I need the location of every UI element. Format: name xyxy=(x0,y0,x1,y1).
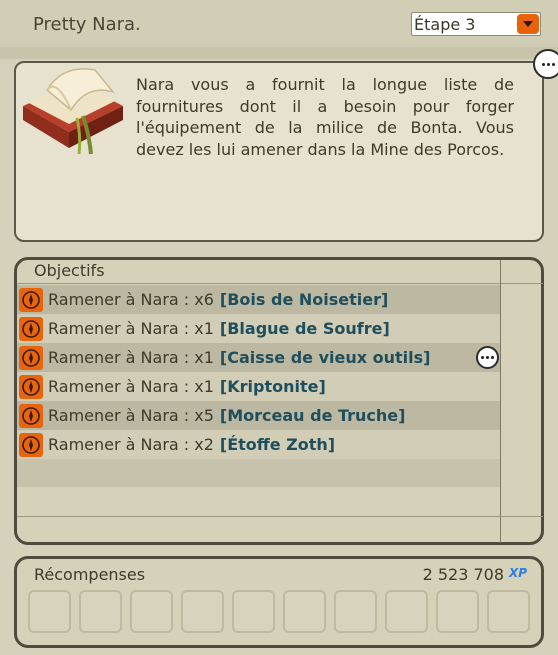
reward-slot[interactable] xyxy=(436,590,479,633)
objective-row: Ramener à Nara : x5 [Morceau de Truche] xyxy=(17,401,500,430)
reward-slot[interactable] xyxy=(385,590,428,633)
header-divider xyxy=(0,47,558,59)
objective-row: Ramener à Nara : x6 [Bois de Noisetier] xyxy=(17,285,500,314)
objectives-list: Ramener à Nara : x6 [Bois de Noisetier] … xyxy=(17,285,500,487)
objective-text: Ramener à Nara : x1 xyxy=(48,348,214,367)
objective-item-link[interactable]: [Morceau de Truche] xyxy=(220,406,406,425)
objectives-title: Objectifs xyxy=(34,261,105,280)
reward-slot[interactable] xyxy=(28,590,71,633)
objective-text: Ramener à Nara : x1 xyxy=(48,377,214,396)
objective-item-link[interactable]: [Caisse de vieux outils] xyxy=(220,348,431,367)
objective-row: Ramener à Nara : x2 [Étoffe Zoth] xyxy=(17,430,500,459)
book-icon xyxy=(23,68,123,155)
objective-text: Ramener à Nara : x5 xyxy=(48,406,214,425)
compass-icon[interactable] xyxy=(19,432,43,457)
objectives-bottom-divider xyxy=(17,516,543,517)
speech-bubble-icon[interactable] xyxy=(533,49,558,79)
chevron-down-icon[interactable] xyxy=(517,14,539,34)
reward-slots xyxy=(28,590,530,633)
step-select[interactable]: Étape 3 xyxy=(411,12,541,36)
quest-title: Pretty Nara. xyxy=(33,14,141,35)
objectives-divider xyxy=(17,283,543,284)
objective-row: Ramener à Nara : x1 [Kriptonite] xyxy=(17,372,500,401)
objectives-scroll-divider xyxy=(500,260,501,543)
reward-slot[interactable] xyxy=(79,590,122,633)
objective-row: Ramener à Nara : x1 [Blague de Soufre] xyxy=(17,314,500,343)
compass-icon[interactable] xyxy=(19,316,43,341)
reward-slot[interactable] xyxy=(283,590,326,633)
rewards-title: Récompenses xyxy=(34,565,146,584)
compass-icon[interactable] xyxy=(19,374,43,399)
compass-icon[interactable] xyxy=(19,287,43,312)
objective-row: Ramener à Nara : x1 [Caisse de vieux out… xyxy=(17,343,500,372)
objective-text: Ramener à Nara : x6 xyxy=(48,290,214,309)
reward-slot[interactable] xyxy=(181,590,224,633)
reward-slot[interactable] xyxy=(232,590,275,633)
objective-row-empty xyxy=(17,459,500,487)
reward-slot[interactable] xyxy=(130,590,173,633)
reward-slot[interactable] xyxy=(487,590,530,633)
quest-description: Nara vous a fournit la longue liste de f… xyxy=(136,75,514,160)
compass-icon[interactable] xyxy=(19,403,43,428)
compass-icon[interactable] xyxy=(19,345,43,370)
objective-item-link[interactable]: [Kriptonite] xyxy=(220,377,326,396)
rewards-xp-value: 2 523 708 xyxy=(422,565,504,584)
step-select-value: Étape 3 xyxy=(414,15,476,34)
objective-text: Ramener à Nara : x1 xyxy=(48,319,214,338)
reward-slot[interactable] xyxy=(334,590,377,633)
xp-icon: XP xyxy=(509,566,528,580)
objective-item-link[interactable]: [Blague de Soufre] xyxy=(220,319,390,338)
objective-item-link[interactable]: [Étoffe Zoth] xyxy=(220,435,335,454)
speech-bubble-icon[interactable] xyxy=(476,346,499,369)
objective-text: Ramener à Nara : x2 xyxy=(48,435,214,454)
objective-item-link[interactable]: [Bois de Noisetier] xyxy=(220,290,388,309)
